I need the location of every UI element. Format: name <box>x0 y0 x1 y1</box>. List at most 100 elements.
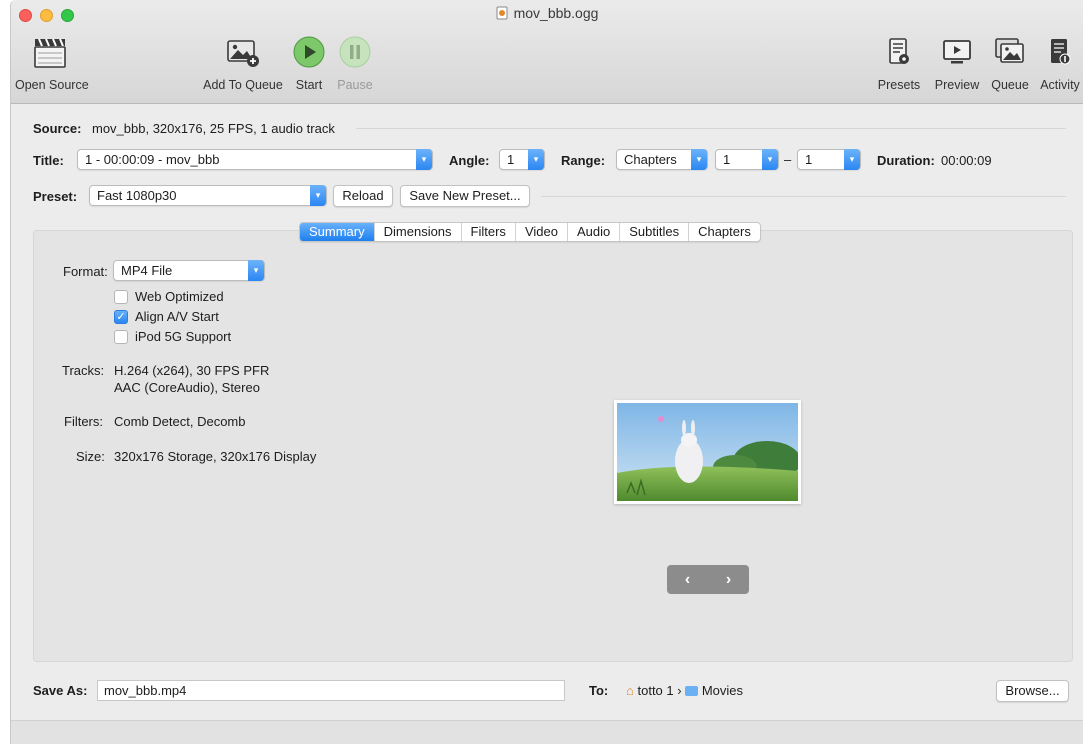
path-home: totto 1 <box>637 683 674 698</box>
save-as-label: Save As: <box>33 683 88 698</box>
preset-popup[interactable]: Fast 1080p30 ▾ <box>89 185 327 206</box>
range-end-value: 1 <box>805 152 813 167</box>
preset-label: Preset: <box>33 189 78 204</box>
browse-button[interactable]: Browse... <box>996 680 1069 702</box>
open-source-label: Open Source <box>15 78 89 92</box>
web-optimized-checkbox[interactable] <box>114 290 128 304</box>
popup-stepper-icon: ▾ <box>248 260 264 281</box>
presets-icon <box>889 38 909 64</box>
status-bar <box>11 720 1083 744</box>
chevron-right-icon[interactable]: › <box>726 571 731 589</box>
queue-label: Queue <box>991 78 1029 92</box>
activity-log-icon <box>1051 39 1071 65</box>
reload-button[interactable]: Reload <box>333 185 393 207</box>
destination-label: To: <box>589 683 609 698</box>
popup-stepper-icon: ▾ <box>691 149 707 170</box>
handbrake-window: mov_bbb.ogg Open Source Add To Queue Sta… <box>10 0 1083 744</box>
preview-monitor-icon <box>943 40 971 64</box>
tab-filters[interactable]: Filters <box>462 223 516 241</box>
range-type-popup[interactable]: Chapters ▾ <box>616 149 708 170</box>
tab-subtitles[interactable]: Subtitles <box>620 223 690 241</box>
tab-audio[interactable]: Audio <box>568 223 621 241</box>
format-popup[interactable]: MP4 File ▾ <box>113 260 265 281</box>
path-folder: Movies <box>701 683 744 698</box>
queue-button[interactable]: Queue <box>987 30 1033 92</box>
activity-button[interactable]: Activity <box>1035 30 1083 92</box>
align-av-checkbox[interactable]: ✓ <box>114 310 128 324</box>
popup-stepper-icon: ▾ <box>762 149 778 170</box>
home-icon: ⌂ <box>626 683 634 698</box>
add-to-queue-button[interactable]: Add To Queue <box>195 30 291 92</box>
window-title: mov_bbb.ogg <box>11 5 1083 21</box>
source-separator <box>356 128 1066 129</box>
chevron-left-icon[interactable]: ‹ <box>685 571 690 589</box>
tracks-label: Tracks: <box>62 363 105 378</box>
filters-value: Comb Detect, Decomb <box>114 414 246 429</box>
range-type-value: Chapters <box>624 152 677 167</box>
filters-label: Filters: <box>64 414 103 429</box>
align-av-label: Align A/V Start <box>135 309 219 324</box>
play-icon <box>293 36 325 68</box>
tab-dimensions[interactable]: Dimensions <box>375 223 462 241</box>
range-start-popup[interactable]: 1 ▾ <box>715 149 779 170</box>
presets-label: Presets <box>877 78 921 92</box>
size-value: 320x176 Storage, 320x176 Display <box>114 449 317 464</box>
duration-label: Duration: <box>877 153 935 168</box>
pause-icon <box>339 36 371 68</box>
ipod-support-label: iPod 5G Support <box>135 329 232 344</box>
range-end-popup[interactable]: 1 ▾ <box>797 149 861 170</box>
ipod-support-checkbox[interactable] <box>114 330 128 344</box>
tab-video[interactable]: Video <box>516 223 568 241</box>
queue-icon <box>995 38 1024 63</box>
save-new-preset-button[interactable]: Save New Preset... <box>400 185 530 207</box>
add-to-queue-icon <box>227 40 259 67</box>
title-popup[interactable]: 1 - 00:00:09 - mov_bbb ▾ <box>77 149 433 170</box>
title-popup-value: 1 - 00:00:09 - mov_bbb <box>85 152 220 167</box>
web-optimized-label: Web Optimized <box>135 289 224 304</box>
presets-button[interactable]: Presets <box>873 30 925 92</box>
document-icon <box>496 6 508 20</box>
preview-nav: ‹ › <box>667 565 749 594</box>
range-start-value: 1 <box>723 152 731 167</box>
start-label: Start <box>295 78 323 92</box>
source-info: mov_bbb, 320x176, 25 FPS, 1 audio track <box>92 121 335 136</box>
range-label: Range: <box>561 153 606 168</box>
range-dash: – <box>784 152 792 167</box>
save-as-field[interactable]: mov_bbb.mp4 <box>97 680 565 701</box>
popup-stepper-icon: ▾ <box>416 149 432 170</box>
toolbar: mov_bbb.ogg Open Source Add To Queue Sta… <box>11 0 1083 104</box>
tracks-line-2: AAC (CoreAudio), Stereo <box>114 380 260 395</box>
source-label: Source: <box>33 121 82 136</box>
path-separator: › <box>677 683 682 698</box>
activity-label: Activity <box>1040 78 1080 92</box>
tab-chapters[interactable]: Chapters <box>689 223 760 241</box>
tab-bar: Summary Dimensions Filters Video Audio S… <box>299 222 761 242</box>
clapperboard-icon <box>34 38 66 68</box>
popup-stepper-icon: ▾ <box>528 149 544 170</box>
pause-label: Pause <box>337 78 373 92</box>
destination-path[interactable]: ⌂ totto 1 › Movies <box>626 683 743 698</box>
angle-popup[interactable]: 1 ▾ <box>499 149 545 170</box>
chevron-down-icon: ▾ <box>310 185 326 206</box>
tracks-line-1: H.264 (x264), 30 FPS PFR <box>114 363 270 378</box>
preview-thumbnail[interactable] <box>614 400 801 504</box>
format-label: Format: <box>63 264 108 279</box>
size-label: Size: <box>76 449 105 464</box>
start-button[interactable]: Start <box>289 30 329 92</box>
pause-button[interactable]: Pause <box>333 30 377 92</box>
open-source-button[interactable]: Open Source <box>15 30 89 92</box>
preset-popup-value: Fast 1080p30 <box>97 188 177 203</box>
folder-icon <box>685 686 699 696</box>
popup-stepper-icon: ▾ <box>844 149 860 170</box>
title-label: Title: <box>33 153 64 168</box>
tab-summary[interactable]: Summary <box>300 223 375 241</box>
window-title-text: mov_bbb.ogg <box>513 5 599 21</box>
preview-label: Preview <box>934 78 980 92</box>
format-popup-value: MP4 File <box>121 263 173 278</box>
preview-button[interactable]: Preview <box>929 30 985 92</box>
preset-separator <box>541 196 1066 197</box>
duration-value: 00:00:09 <box>941 153 992 168</box>
preview-frame-image <box>617 403 798 501</box>
add-to-queue-label: Add To Queue <box>203 78 283 92</box>
angle-popup-value: 1 <box>507 152 515 167</box>
